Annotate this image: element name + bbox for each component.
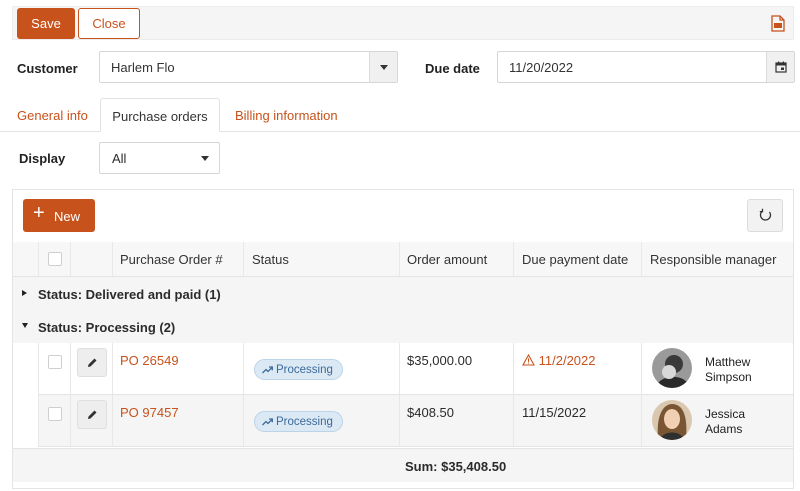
manager-name: Matthew Simpson (705, 355, 752, 385)
manager-cell: Jessica Adams (641, 395, 793, 446)
due-payment-date: 11/2/2022 (522, 353, 596, 368)
expand-arrow-icon[interactable] (22, 290, 27, 296)
pdf-export-icon[interactable] (771, 15, 785, 32)
status-badge: Processing (254, 411, 343, 432)
column-header-status[interactable]: Status (243, 242, 399, 276)
due-date-input[interactable]: 11/20/2022 (497, 51, 795, 83)
avatar (652, 348, 692, 388)
po-cell: PO 26549 (112, 343, 243, 394)
collapse-arrow-icon[interactable] (22, 323, 28, 328)
status-text: Processing (276, 415, 333, 428)
column-header-manager[interactable]: Responsible manager (641, 242, 793, 276)
group-label: Status: Delivered and paid (1) (38, 287, 221, 302)
avatar (652, 400, 692, 440)
new-button[interactable]: + New (23, 199, 95, 232)
dropdown-arrow-icon[interactable] (369, 52, 397, 82)
order-amount: $35,000.00 (407, 353, 473, 368)
select-all-cell (38, 242, 70, 276)
po-link[interactable]: PO 26549 (120, 353, 179, 368)
order-amount: $408.50 (407, 405, 454, 420)
table-row: PO 26549 Processing $35,000.00 11/2/2022… (38, 343, 793, 395)
warning-icon (522, 353, 535, 366)
trending-up-icon (262, 365, 273, 373)
status-cell: Processing (243, 343, 399, 394)
group-row-processing[interactable]: Status: Processing (2) (13, 310, 793, 343)
group-label: Status: Processing (2) (38, 320, 176, 335)
tab-general-info[interactable]: General info (17, 98, 97, 132)
status-cell: Processing (243, 395, 399, 446)
edit-column-header (70, 242, 112, 276)
display-label: Display (19, 151, 66, 166)
po-link[interactable]: PO 97457 (120, 405, 179, 420)
column-header-amount[interactable]: Order amount (399, 242, 513, 276)
edit-button[interactable] (77, 348, 107, 377)
po-cell: PO 97457 (112, 395, 243, 446)
row-edit-cell (70, 395, 112, 446)
calendar-icon[interactable] (766, 52, 794, 82)
due-cell: 11/15/2022 (513, 395, 641, 446)
due-date-text: 11/2/2022 (538, 353, 596, 368)
display-select[interactable]: All (99, 142, 220, 174)
amount-cell: $408.50 (399, 395, 513, 446)
status-text: Processing (276, 363, 333, 376)
manager-last-name: Simpson (705, 370, 752, 384)
table-row: PO 97457 Processing $408.50 11/15/2022 J… (38, 395, 793, 447)
toolbar: Save Close (12, 6, 794, 40)
tab-purchase-orders[interactable]: Purchase orders (100, 98, 220, 132)
refresh-button[interactable] (747, 199, 783, 232)
column-header-po[interactable]: Purchase Order # (112, 242, 243, 276)
manager-name: Jessica Adams (705, 407, 745, 437)
column-header-due-date[interactable]: Due payment date (513, 242, 641, 276)
purchase-orders-grid: + New Purchase Order # Status Order amou… (12, 189, 794, 489)
due-cell: 11/2/2022 (513, 343, 641, 394)
customer-value: Harlem Flo (111, 60, 175, 75)
due-date-value: 11/20/2022 (509, 60, 574, 75)
manager-cell: Matthew Simpson (641, 343, 793, 394)
amount-cell: $35,000.00 (399, 343, 513, 394)
chevron-down-icon (201, 156, 209, 161)
group-row-delivered[interactable]: Status: Delivered and paid (1) (13, 277, 793, 310)
manager-last-name: Adams (705, 422, 743, 436)
row-select-cell (38, 343, 70, 394)
row-checkbox[interactable] (48, 355, 62, 369)
due-payment-date: 11/15/2022 (522, 405, 587, 420)
order-amount-sum: Sum: $35,408.50 (405, 459, 507, 474)
tab-billing-information[interactable]: Billing information (235, 98, 355, 132)
customer-select[interactable]: Harlem Flo (99, 51, 398, 83)
save-button[interactable]: Save (17, 8, 75, 39)
grid-header: Purchase Order # Status Order amount Due… (13, 242, 793, 277)
summary-row: Sum: $35,408.50 (13, 448, 793, 482)
due-date-label: Due date (425, 61, 480, 76)
plus-icon: + (33, 202, 45, 224)
new-button-label: New (54, 209, 81, 224)
row-select-cell (38, 395, 70, 446)
edit-button[interactable] (77, 400, 107, 429)
manager-first-name: Jessica (705, 407, 746, 421)
close-button[interactable]: Close (78, 8, 140, 39)
display-value: All (112, 151, 127, 166)
refresh-icon (759, 208, 772, 221)
manager-first-name: Matthew (705, 355, 751, 369)
pencil-icon (88, 410, 97, 419)
customer-label: Customer (17, 61, 78, 76)
status-badge: Processing (254, 359, 343, 380)
pencil-icon (88, 358, 97, 367)
select-all-checkbox[interactable] (48, 252, 62, 266)
trending-up-icon (262, 417, 273, 425)
row-edit-cell (70, 343, 112, 394)
row-checkbox[interactable] (48, 407, 62, 421)
